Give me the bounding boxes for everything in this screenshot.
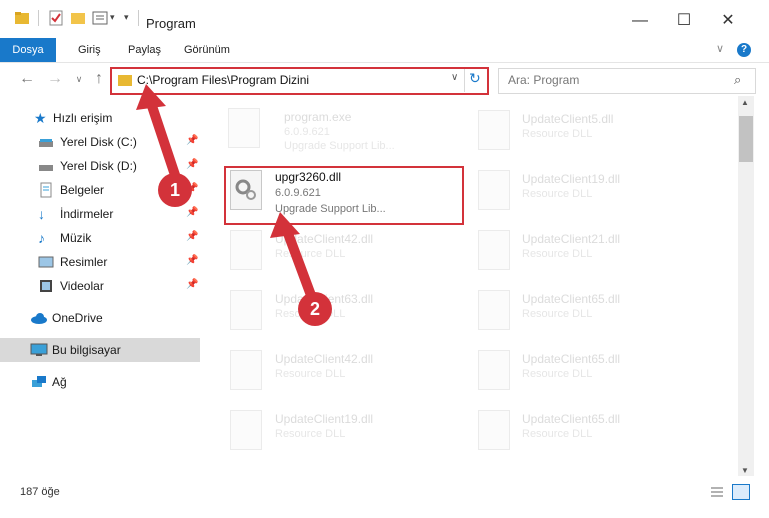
annotation-arrows [136,84,317,303]
large-icons-view-icon[interactable] [732,484,750,500]
status-bar [0,478,769,518]
step-1-badge: 1 [158,173,192,207]
item-count: 187 öğe [20,486,60,498]
step-2-badge: 2 [298,292,332,326]
details-view-icon[interactable] [710,486,724,501]
